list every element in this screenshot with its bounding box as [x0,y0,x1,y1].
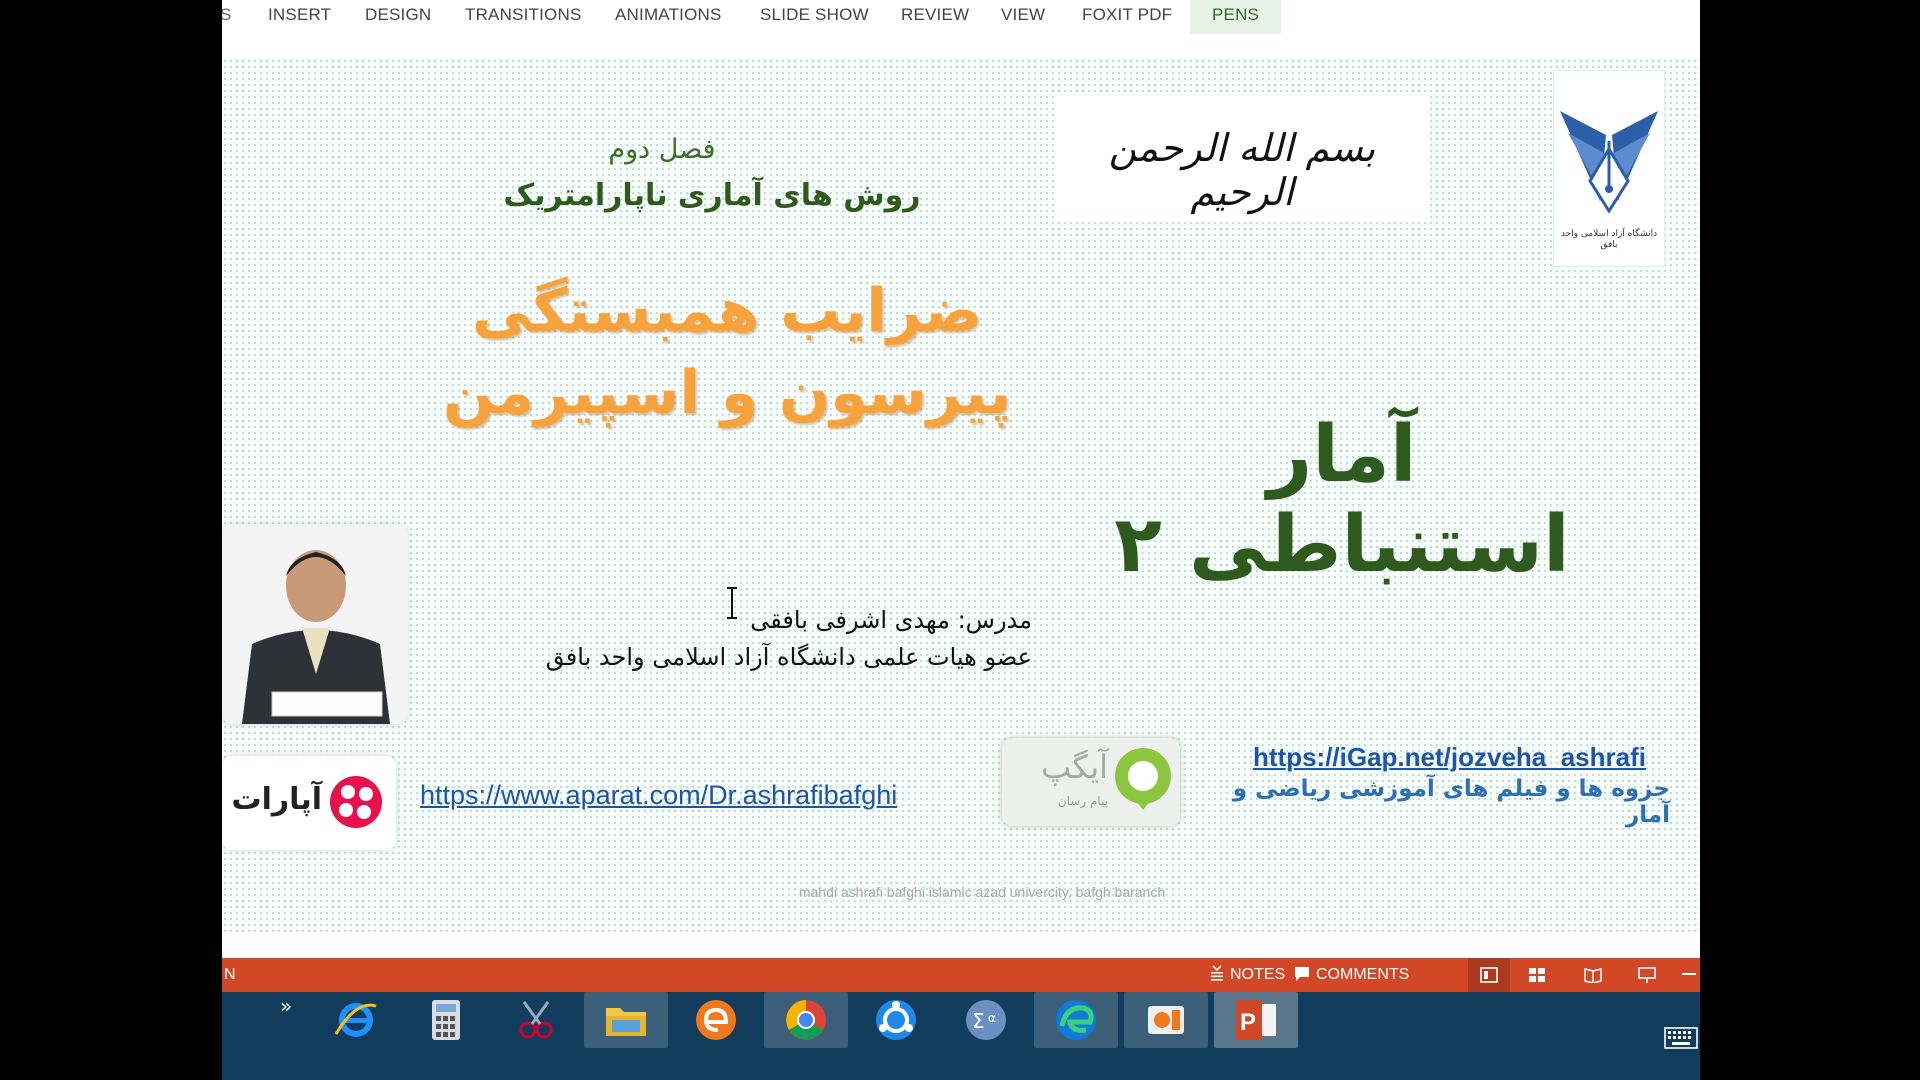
taskbar-eset[interactable] [674,992,758,1048]
touch-keyboard-button[interactable] [1664,1026,1700,1052]
status-bar: N NOTES COMMENTS [222,958,1700,992]
status-left-text: N [224,966,236,983]
igap-icon [1115,748,1171,810]
keyboard-icon [1664,1027,1698,1049]
igap-logo[interactable]: آیگپ پیام رسان [1002,738,1180,826]
math-input-icon: Σ α [966,1000,1006,1040]
notes-button[interactable]: NOTES [1210,958,1285,992]
igap-link[interactable]: https://iGap.net/jozveha_ashrafi [1253,742,1646,773]
taskbar-camera-app[interactable] [1124,992,1208,1048]
comments-label: COMMENTS [1316,966,1410,983]
comment-icon [1295,967,1309,981]
taskbar-edge[interactable] [1034,992,1118,1048]
tab-partial[interactable]: S [222,0,232,34]
tab-review[interactable]: REVIEW [901,0,969,34]
university-logo-text: دانشگاه آزاد اسلامی واحد بافق [1560,229,1658,250]
slide-footer: mahdi ashrafi bafghi islamic azad univer… [798,884,1166,900]
tab-view[interactable]: VIEW [1001,0,1045,34]
taskbar-calculator[interactable] [404,992,488,1048]
chrome-icon [786,1000,826,1040]
taskbar-sync-app[interactable] [854,992,938,1048]
svg-text:Σ: Σ [972,1009,985,1033]
normal-view-button[interactable] [1468,958,1510,992]
normal-view-icon [1480,967,1498,983]
windows-taskbar: » Σ α P [222,992,1700,1080]
tab-animations[interactable]: ANIMATIONS [615,0,722,34]
igap-logo-subtext: پیام رسان [1057,794,1108,808]
basmala-text: بسم الله الرحمن الرحیم [1108,126,1376,214]
tab-pens[interactable]: PENS [1190,0,1282,34]
igap-logo-text: آیگپ [1041,748,1108,786]
taskbar-snipping-tool[interactable] [494,992,578,1048]
university-logo: دانشگاه آزاد اسلامی واحد بافق [1553,70,1665,267]
internet-explorer-icon [334,1003,377,1037]
calculator-icon [432,1000,460,1040]
minus-icon [1682,973,1696,975]
slide-sorter-icon [1529,968,1545,982]
svg-text:α: α [988,1011,996,1025]
slide-canvas[interactable]: دانشگاه آزاد اسلامی واحد بافق بسم الله ا… [222,58,1700,932]
aparat-logo[interactable]: آپارات [222,756,396,850]
taskbar-chrome[interactable] [764,992,848,1048]
tab-insert[interactable]: INSERT [268,0,331,34]
notes-label: NOTES [1230,966,1286,983]
instructor-affiliation: عضو هیات علمی دانشگاه آزاد اسلامی واحد ب… [545,643,1032,671]
powerpoint-window: S INSERT DESIGN TRANSITIONS ANIMATIONS S… [222,0,1700,1080]
tab-design[interactable]: DESIGN [365,0,431,34]
taskbar-internet-explorer[interactable] [314,992,398,1048]
instructor-name: مدرس: مهدی اشرفی بافقی [750,606,1032,634]
eset-icon [696,1000,736,1040]
reading-view-button[interactable] [1578,958,1608,992]
slideshow-icon [1638,967,1656,983]
text-cursor-icon [727,587,737,619]
tab-foxit-pdf[interactable]: FOXIT PDF [1082,0,1172,34]
file-explorer-icon [606,1008,646,1036]
slide-show-view-button[interactable] [1632,958,1662,992]
sync-icon [876,1000,916,1040]
tab-slide-show[interactable]: SLIDE SHOW [760,0,869,34]
camera-app-icon [1148,1006,1184,1034]
svg-text:P: P [1240,1009,1256,1036]
chapter-subtitle: روش های آماری ناپارامتریک [503,178,921,213]
basmala-calligraphy: بسم الله الرحمن الرحیم [1054,96,1430,222]
person-photo-icon [222,524,408,724]
ribbon-tabs: S INSERT DESIGN TRANSITIONS ANIMATIONS S… [222,0,1700,34]
tab-transitions[interactable]: TRANSITIONS [465,0,582,34]
notes-icon [1211,965,1223,981]
slide-sorter-button[interactable] [1522,958,1552,992]
aparat-link[interactable]: https://www.aparat.com/Dr.ashrafibafghi [420,780,897,811]
main-title-line1: ضرایب همبستگی [471,276,983,346]
aparat-logo-text: آپارات [231,782,322,817]
taskbar-overflow-chevron[interactable]: » [280,994,292,1018]
reading-view-icon [1584,968,1602,983]
taskbar-file-explorer[interactable] [584,992,668,1048]
powerpoint-icon: P [1236,1000,1276,1040]
taskbar-math-input[interactable]: Σ α [944,992,1028,1048]
course-title: آمار استنباطی ۲ [1114,410,1570,590]
snipping-tool-icon [519,1001,553,1039]
chapter-label: فصل دوم [608,134,716,165]
edge-icon [1056,1000,1096,1040]
aparat-icon [330,776,382,828]
igap-description: جزوه ها و فیلم های آموزشی ریاضی و آمار [1232,776,1670,828]
zoom-out-button[interactable] [1680,958,1700,992]
main-title-line2: پیرسون و اسپیرمن [442,358,1012,428]
taskbar-powerpoint[interactable]: P [1214,992,1298,1048]
instructor-photo [222,524,408,724]
comments-button[interactable]: COMMENTS [1294,958,1409,992]
